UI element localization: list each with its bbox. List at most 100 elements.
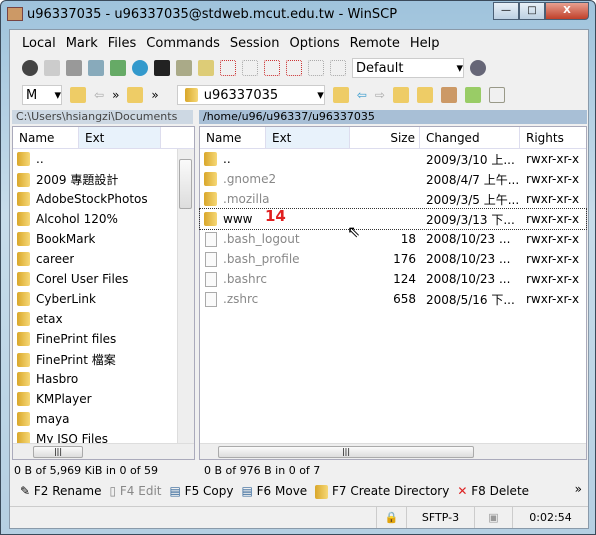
- parent-folder-icon[interactable]: [392, 87, 409, 103]
- file-icon: [205, 291, 217, 307]
- tree-icon[interactable]: [488, 87, 505, 103]
- table-row[interactable]: .bash_profile 176 2008/10/23 ... rwxr-xr…: [200, 249, 586, 269]
- create-directory-button[interactable]: F7 Create Directory: [315, 484, 449, 499]
- menu-options[interactable]: Options: [290, 36, 340, 51]
- remote-dir-select[interactable]: u96337035 ▾: [176, 85, 325, 105]
- col-changed[interactable]: Changed: [420, 127, 520, 148]
- file-rights: rwxr-xr-x: [526, 232, 580, 246]
- list-item[interactable]: FinePrint files: [13, 329, 194, 349]
- restore-icon[interactable]: [330, 60, 346, 76]
- folder-icon: [17, 312, 30, 327]
- synchronize-icon[interactable]: [66, 60, 82, 76]
- window-title: u96337035 - u96337035@stdweb.mcut.edu.tw…: [27, 7, 398, 22]
- menu-bar: Local Mark Files Commands Session Option…: [12, 32, 586, 54]
- folder-icon: [204, 172, 217, 187]
- col-ext[interactable]: Ext: [266, 127, 350, 148]
- maximize-button[interactable]: □: [519, 2, 545, 20]
- local-vertical-scrollbar[interactable]: [177, 149, 194, 444]
- file-name: ..: [223, 151, 231, 166]
- list-item[interactable]: CyberLink: [13, 289, 194, 309]
- select-icon[interactable]: [220, 60, 236, 76]
- menu-mark[interactable]: Mark: [66, 36, 98, 51]
- list-item[interactable]: Hasbro: [13, 369, 194, 389]
- table-row[interactable]: .bash_logout 18 2008/10/23 ... rwxr-xr-x: [200, 229, 586, 249]
- delete-button[interactable]: ✕ F8 Delete: [457, 484, 529, 498]
- table-row[interactable]: .gnome2 2008/4/7 上午... rwxr-xr-x: [200, 169, 586, 189]
- table-row[interactable]: .mozilla 2009/3/5 上午... rwxr-xr-x: [200, 189, 586, 209]
- preferences-icon[interactable]: [88, 60, 104, 76]
- list-item[interactable]: maya: [13, 409, 194, 429]
- filter-icon[interactable]: [264, 60, 280, 76]
- col-rights[interactable]: Rights: [520, 127, 586, 148]
- parent-folder-icon[interactable]: [127, 87, 144, 103]
- list-item[interactable]: career: [13, 249, 194, 269]
- more-icon[interactable]: »: [112, 88, 119, 102]
- file-rights: rwxr-xr-x: [526, 152, 580, 166]
- home-icon[interactable]: [440, 87, 457, 103]
- root-folder-icon[interactable]: [416, 87, 433, 103]
- open-folder-icon[interactable]: [332, 87, 349, 103]
- menu-session[interactable]: Session: [230, 36, 280, 51]
- refresh-icon[interactable]: [464, 87, 481, 103]
- session-icon[interactable]: [470, 60, 486, 76]
- folder-icon: [17, 272, 30, 287]
- back-icon[interactable]: ⇦: [94, 88, 104, 102]
- rename-button[interactable]: ✎ F2 Rename: [20, 484, 101, 498]
- back-icon[interactable]: ⇦: [357, 88, 367, 102]
- col-ext[interactable]: Ext: [79, 127, 161, 148]
- list-item[interactable]: FinePrint 檔案: [13, 349, 194, 369]
- table-row[interactable]: .zshrc 658 2008/5/16 下... rwxr-xr-x: [200, 289, 586, 309]
- item-name: KMPlayer: [36, 391, 92, 406]
- chevron-down-icon: ▾: [317, 87, 324, 103]
- close-button[interactable]: X: [545, 2, 589, 20]
- queue-icon[interactable]: [110, 60, 126, 76]
- menu-remote[interactable]: Remote: [350, 36, 400, 51]
- list-item[interactable]: BookMark: [13, 229, 194, 249]
- table-row[interactable]: .bashrc 124 2008/10/23 ... rwxr-xr-x: [200, 269, 586, 289]
- file-name: .bash_logout: [223, 231, 300, 246]
- gear-icon[interactable]: [22, 60, 38, 76]
- pencil-icon: ✎: [20, 484, 31, 499]
- menu-local[interactable]: Local: [22, 36, 56, 51]
- console-icon[interactable]: [154, 60, 170, 76]
- more-commands-icon[interactable]: »: [575, 482, 582, 496]
- local-horizontal-scrollbar[interactable]: |||: [13, 443, 194, 459]
- transfer-settings-select[interactable]: Default ▾: [352, 58, 464, 78]
- menu-commands[interactable]: Commands: [146, 36, 220, 51]
- forward-icon[interactable]: ⇨: [375, 88, 385, 102]
- invert-icon[interactable]: [286, 60, 302, 76]
- compare-icon[interactable]: [44, 60, 60, 76]
- edit-button[interactable]: ▯ F4 Edit: [109, 484, 161, 498]
- list-item[interactable]: etax: [13, 309, 194, 329]
- clear-icon[interactable]: [308, 60, 324, 76]
- unselect-icon[interactable]: [242, 60, 258, 76]
- parent-directory-icon: [204, 152, 217, 167]
- col-name[interactable]: Name: [200, 127, 266, 148]
- list-item[interactable]: Alcohol 120%: [13, 209, 194, 229]
- menu-files[interactable]: Files: [108, 36, 137, 51]
- list-item[interactable]: Corel User Files: [13, 269, 194, 289]
- transfer-icon[interactable]: [198, 60, 214, 76]
- putty-icon[interactable]: [176, 60, 192, 76]
- file-changed: 2009/3/5 上午...: [426, 192, 520, 207]
- move-button[interactable]: ▤ F6 Move: [241, 484, 307, 498]
- file-changed: 2008/4/7 上午...: [426, 172, 520, 187]
- list-item[interactable]: ..: [13, 149, 194, 169]
- open-folder-icon[interactable]: [70, 87, 86, 103]
- copy-button[interactable]: ▤ F5 Copy: [170, 484, 234, 498]
- list-item[interactable]: KMPlayer: [13, 389, 194, 409]
- list-item[interactable]: AdobeStockPhotos: [13, 189, 194, 209]
- folder-icon: [204, 192, 217, 207]
- list-item[interactable]: 2009 專題設計: [13, 169, 194, 189]
- col-size[interactable]: Size: [350, 127, 420, 148]
- table-row[interactable]: www 2009/3/13 下... rwxr-xr-x: [199, 208, 587, 230]
- table-row[interactable]: .. 2009/3/10 上... rwxr-xr-x: [200, 149, 586, 169]
- col-name[interactable]: Name: [13, 127, 79, 148]
- item-name: etax: [36, 311, 63, 326]
- refresh-icon[interactable]: [132, 60, 148, 76]
- drive-select[interactable]: M ▾: [22, 85, 62, 105]
- more-icon[interactable]: »: [151, 88, 158, 102]
- remote-horizontal-scrollbar[interactable]: |||: [200, 443, 586, 459]
- minimize-button[interactable]: —: [493, 2, 519, 20]
- menu-help[interactable]: Help: [410, 36, 440, 51]
